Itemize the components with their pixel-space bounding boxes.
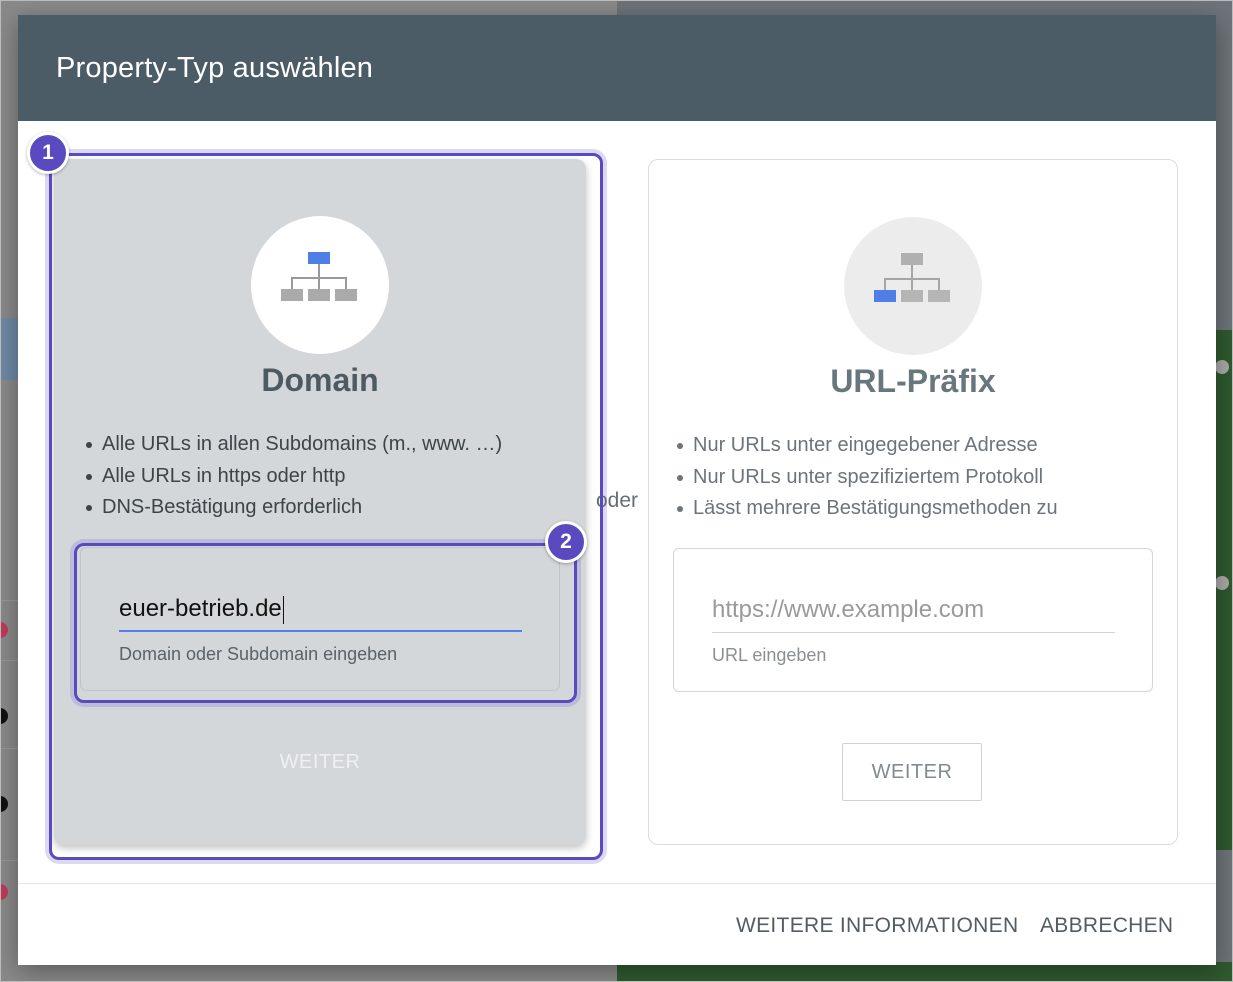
list-item: Lässt mehrere Bestätigungsmethoden zu: [675, 493, 1058, 525]
background-banner-edge: [0, 318, 18, 380]
url-card-title: URL-Präfix: [830, 363, 996, 399]
dialog-header: Property-Typ auswählen: [18, 15, 1216, 121]
list-item: Alle URLs in https oder http: [84, 461, 502, 493]
dialog-footer: WEITERE INFORMATIONEN ABBRECHEN: [18, 883, 1216, 965]
url-input-box: https://www.example.com URL eingeben: [673, 548, 1153, 692]
domain-card-title: Domain: [261, 362, 379, 398]
background-divider: [0, 748, 18, 749]
url-continue-button[interactable]: WEITER: [842, 743, 982, 801]
separator-text: oder: [596, 489, 639, 512]
domain-helper-text: Domain oder Subdomain eingeben: [119, 644, 398, 664]
domain-feature-list: Alle URLs in allen Subdomains (m., www. …: [84, 429, 502, 524]
background-divider: [0, 600, 18, 601]
domain-card[interactable]: Domain Alle URLs in allen Subdomains (m.…: [54, 159, 586, 845]
url-feature-list: Nur URLs unter eingegebener Adresse Nur …: [675, 430, 1058, 525]
domain-continue-button[interactable]: WEITER: [260, 742, 380, 782]
background-divider: [0, 860, 18, 861]
text-caret: [282, 595, 285, 624]
domain-input[interactable]: euer-betrieb.de: [119, 586, 522, 632]
list-item: DNS-Bestätigung erforderlich: [84, 492, 502, 524]
domain-input-box: euer-betrieb.de Domain oder Subdomain ei…: [80, 547, 560, 691]
background-divider: [0, 660, 18, 661]
list-item: Nur URLs unter spezifiziertem Protokoll: [675, 462, 1058, 494]
annotation-badge-step-1: 1: [27, 132, 69, 174]
property-type-dialog: Property-Typ auswählen Domain Alle URLs …: [18, 15, 1216, 965]
domain-icon-circle: [251, 216, 389, 354]
url-icon-circle: [844, 217, 982, 355]
url-helper-text: URL eingeben: [712, 645, 827, 665]
background-image-bottom: [617, 962, 1233, 982]
domain-input-value: euer-betrieb.de: [119, 595, 282, 622]
list-item: Alle URLs in allen Subdomains (m., www. …: [84, 429, 502, 461]
list-item: Nur URLs unter eingegebener Adresse: [675, 430, 1058, 462]
url-input[interactable]: https://www.example.com: [712, 587, 1115, 633]
url-prefix-card[interactable]: URL-Präfix Nur URLs unter eingegebener A…: [648, 159, 1178, 845]
background-handle: [1215, 576, 1229, 590]
background-handle: [1215, 360, 1229, 374]
annotation-badge-step-2: 2: [545, 521, 587, 563]
dialog-title: Property-Typ auswählen: [56, 51, 374, 84]
more-info-button[interactable]: WEITERE INFORMATIONEN: [736, 914, 1018, 938]
cancel-button[interactable]: ABBRECHEN: [1040, 914, 1173, 938]
